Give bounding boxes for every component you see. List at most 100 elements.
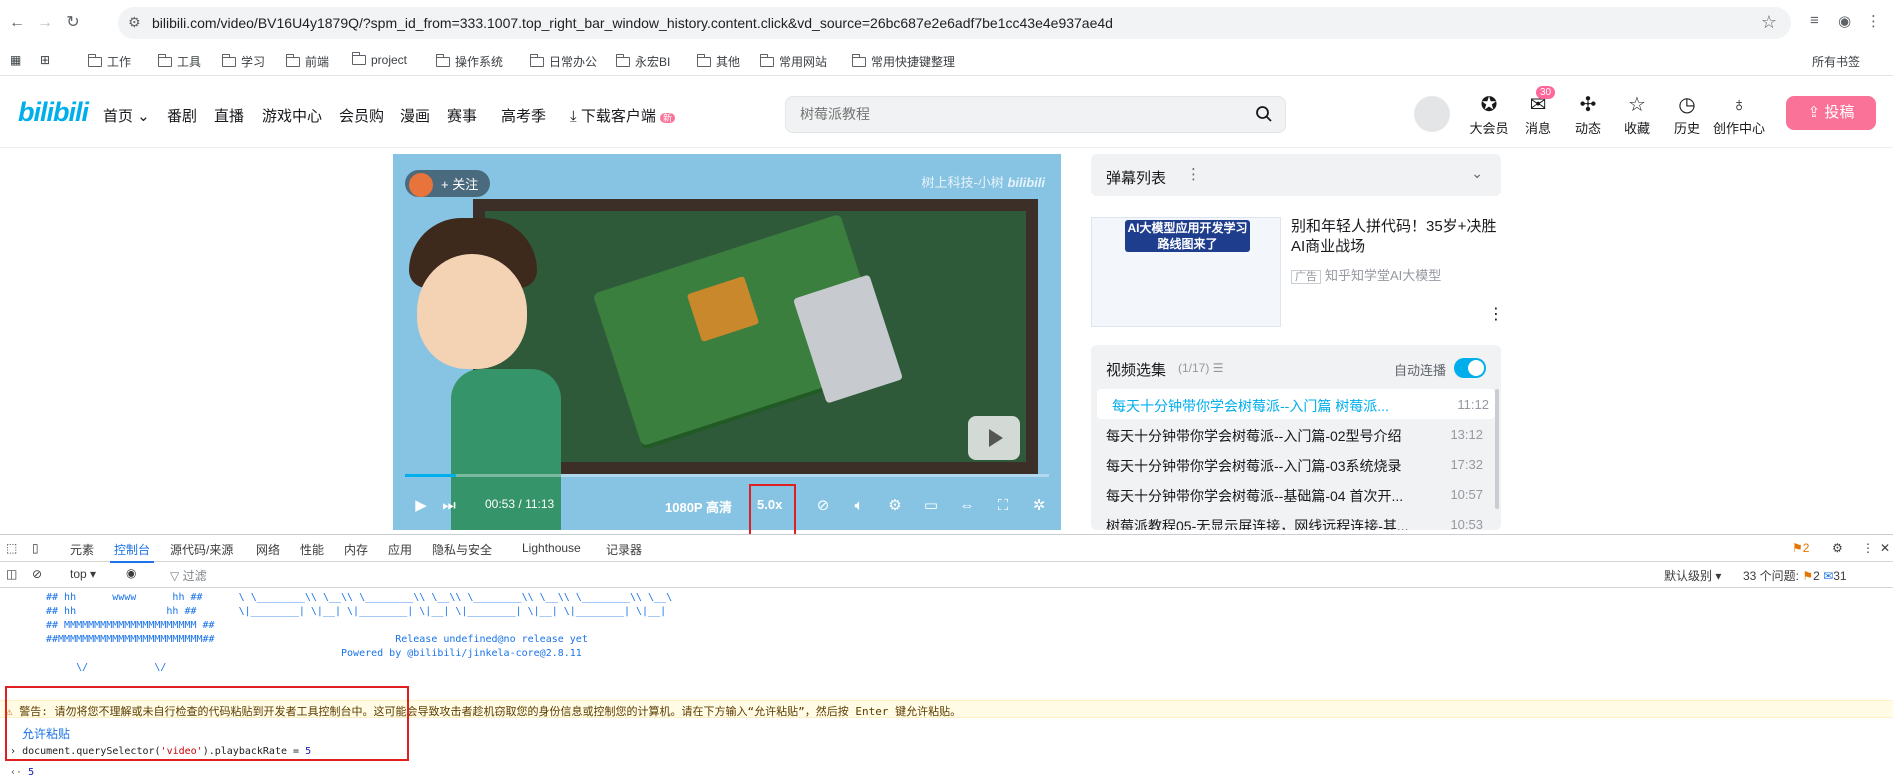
- bookmark-folder[interactable]: 常用网站: [759, 53, 827, 70]
- volume-icon[interactable]: 🔈︎: [849, 496, 869, 516]
- rotate-icon[interactable]: ✲: [1029, 496, 1049, 516]
- media-icon[interactable]: ≡: [1810, 12, 1819, 29]
- ad-more-icon[interactable]: ⋮: [1488, 304, 1504, 324]
- widescreen-icon[interactable]: ⇔: [957, 496, 977, 516]
- device-toolbar-icon[interactable]: ▯: [32, 541, 39, 555]
- issues-summary[interactable]: 33 个问题: ⚑2 ✉31: [1743, 567, 1847, 584]
- bookmark-folder[interactable]: 前端: [285, 53, 329, 70]
- bookmark-folder[interactable]: 学习: [221, 53, 265, 70]
- upload-button[interactable]: ⇪ 投稿: [1786, 96, 1876, 130]
- nav-mall[interactable]: 会员购: [339, 105, 384, 126]
- message-entry[interactable]: ✉ 消息: [1515, 94, 1561, 137]
- search-icon[interactable]: [1255, 105, 1273, 123]
- playlist-item[interactable]: 每天十分钟带你学会树莓派--基础篇-04 首次开... 10:57: [1091, 479, 1489, 509]
- playlist-item[interactable]: 树莓派教程05-无显示屏连接，网线远程连接-其... 10:53: [1091, 509, 1489, 530]
- profile-icon[interactable]: ◉: [1838, 12, 1851, 30]
- menu-icon[interactable]: ⋮: [1866, 12, 1881, 30]
- bilibili-logo[interactable]: bilibili: [18, 97, 89, 128]
- tab-performance[interactable]: 性能: [300, 541, 324, 558]
- bookmark-folder[interactable]: 其他: [696, 53, 740, 70]
- forward-icon[interactable]: →: [34, 12, 56, 34]
- bookmark-folder[interactable]: 常用快捷键整理: [851, 53, 955, 70]
- inspect-icon[interactable]: ⬚: [6, 541, 17, 555]
- bookmark-folder[interactable]: 操作系统: [435, 53, 503, 70]
- issues-count[interactable]: ⚑2: [1792, 541, 1809, 555]
- playlist-item[interactable]: 每天十分钟带你学会树莓派--入门篇-03系统烧录 17:32: [1091, 449, 1489, 479]
- ad-title[interactable]: 别和年轻人拼代码！35岁+决胜AI商业战场: [1291, 217, 1501, 257]
- reload-icon[interactable]: ↻: [62, 12, 84, 34]
- tab-network[interactable]: 网络: [256, 541, 280, 558]
- dynamic-entry[interactable]: ✣ 动态: [1565, 94, 1611, 137]
- ad-card[interactable]: AI大模型应用开发学习路线图来了 别和年轻人拼代码！35岁+决胜AI商业战场 广…: [1091, 217, 1501, 327]
- close-icon[interactable]: ✕: [1880, 541, 1890, 555]
- search-input[interactable]: [800, 106, 1220, 122]
- more-icon[interactable]: ⋮: [1186, 165, 1201, 183]
- console-ascii-line: ## hh wwww hh ## \ \________\\ \__\\ \__…: [46, 592, 673, 603]
- tab-console[interactable]: 控制台: [109, 541, 155, 563]
- play-logo-icon[interactable]: [968, 416, 1020, 460]
- context-select[interactable]: top ▾: [70, 567, 96, 581]
- nav-gaokao[interactable]: 高考季: [501, 105, 546, 126]
- nav-game[interactable]: 游戏中心: [262, 105, 322, 126]
- tab-lighthouse[interactable]: Lighthouse: [522, 541, 581, 555]
- eye-icon[interactable]: ◉: [126, 566, 136, 580]
- next-icon[interactable]: ⏭: [439, 496, 459, 516]
- fullscreen-icon[interactable]: ⛶: [993, 496, 1013, 516]
- quality-button[interactable]: 1080P 高清: [665, 497, 732, 516]
- back-icon[interactable]: ←: [6, 12, 28, 34]
- ad-thumbnail[interactable]: AI大模型应用开发学习路线图来了: [1091, 217, 1281, 327]
- clear-console-icon[interactable]: ⊘: [32, 567, 42, 581]
- tab-recorder[interactable]: 记录器: [606, 541, 642, 558]
- folder-icon: [221, 54, 236, 67]
- sidebar-toggle-icon[interactable]: ◫: [6, 567, 17, 581]
- log-level-select[interactable]: 默认级别 ▾: [1664, 567, 1721, 584]
- filter-input[interactable]: ▽ 过滤: [170, 567, 207, 584]
- more-icon[interactable]: ⋮: [1862, 541, 1874, 555]
- progress-bar[interactable]: [405, 474, 1049, 477]
- danmaku-list-header[interactable]: 弹幕列表 ⋮ ⌄: [1091, 154, 1501, 196]
- tab-sources[interactable]: 源代码/来源: [170, 541, 233, 558]
- nav-download[interactable]: ⤓ 下载客户端 新: [570, 105, 676, 126]
- nav-bangumi[interactable]: 番剧: [167, 105, 197, 126]
- nav-match[interactable]: 赛事: [447, 105, 477, 126]
- tab-grid-icon[interactable]: ⊞: [40, 53, 50, 67]
- playlist-scrollbar[interactable]: [1495, 389, 1499, 509]
- history-entry[interactable]: ◷ 历史: [1664, 94, 1710, 137]
- tab-privacy-security[interactable]: 隐私与安全: [432, 541, 492, 558]
- address-bar[interactable]: ⚙ bilibili.com/video/BV16U4y1879Q/?spm_i…: [118, 7, 1791, 39]
- vip-entry[interactable]: ✪ 大会员: [1466, 94, 1512, 137]
- site-info-icon[interactable]: ⚙: [128, 14, 141, 31]
- tab-memory[interactable]: 内存: [344, 541, 368, 558]
- bookmark-folder[interactable]: 工作: [87, 53, 131, 70]
- search-box: [785, 96, 1286, 133]
- tab-elements[interactable]: 元素: [70, 541, 94, 558]
- bookmark-folder[interactable]: 日常办公: [529, 53, 597, 70]
- all-bookmarks[interactable]: 所有书签: [1812, 53, 1893, 70]
- favorite-entry[interactable]: ☆ 收藏: [1614, 94, 1660, 137]
- browser-toolbar: ← → ↻ ⚙ bilibili.com/video/BV16U4y1879Q/…: [0, 0, 1893, 46]
- bookmark-star-icon[interactable]: ☆: [1761, 12, 1777, 33]
- url-text: bilibili.com/video/BV16U4y1879Q/?spm_id_…: [152, 15, 1113, 31]
- settings-icon[interactable]: ⚙: [1832, 541, 1843, 555]
- danmaku-off-icon[interactable]: ⊘: [813, 496, 833, 516]
- bookmark-folder[interactable]: 工具: [157, 53, 201, 70]
- apps-icon[interactable]: ▦: [10, 53, 21, 67]
- nav-manga[interactable]: 漫画: [400, 105, 430, 126]
- playlist-item[interactable]: 每天十分钟带你学会树莓派--入门篇-02型号介绍 13:12: [1091, 419, 1489, 449]
- settings-icon[interactable]: ⚙: [885, 496, 905, 516]
- folder-icon: [851, 54, 866, 67]
- creator-entry[interactable]: ♁ 创作中心: [1711, 94, 1767, 137]
- follow-button[interactable]: + 关注: [405, 170, 491, 197]
- bookmark-folder[interactable]: project: [351, 52, 407, 67]
- nav-home[interactable]: 首页 ⌄: [103, 105, 150, 126]
- video-player[interactable]: + 关注 树上科技-小树 bilibili ▶ ⏭ 00:53 / 11:13 …: [393, 154, 1061, 530]
- play-icon[interactable]: ▶: [411, 496, 431, 516]
- chevron-down-icon[interactable]: ⌄: [1471, 165, 1483, 182]
- tab-application[interactable]: 应用: [388, 541, 412, 558]
- nav-live[interactable]: 直播: [214, 105, 244, 126]
- pip-icon[interactable]: ▭: [921, 496, 941, 516]
- bookmark-folder[interactable]: 永宏BI: [615, 53, 670, 70]
- avatar[interactable]: [1414, 96, 1450, 132]
- autoplay-toggle[interactable]: [1454, 358, 1486, 378]
- playlist-item[interactable]: 每天十分钟带你学会树莓派--入门篇 树莓派... 11:12: [1097, 389, 1495, 419]
